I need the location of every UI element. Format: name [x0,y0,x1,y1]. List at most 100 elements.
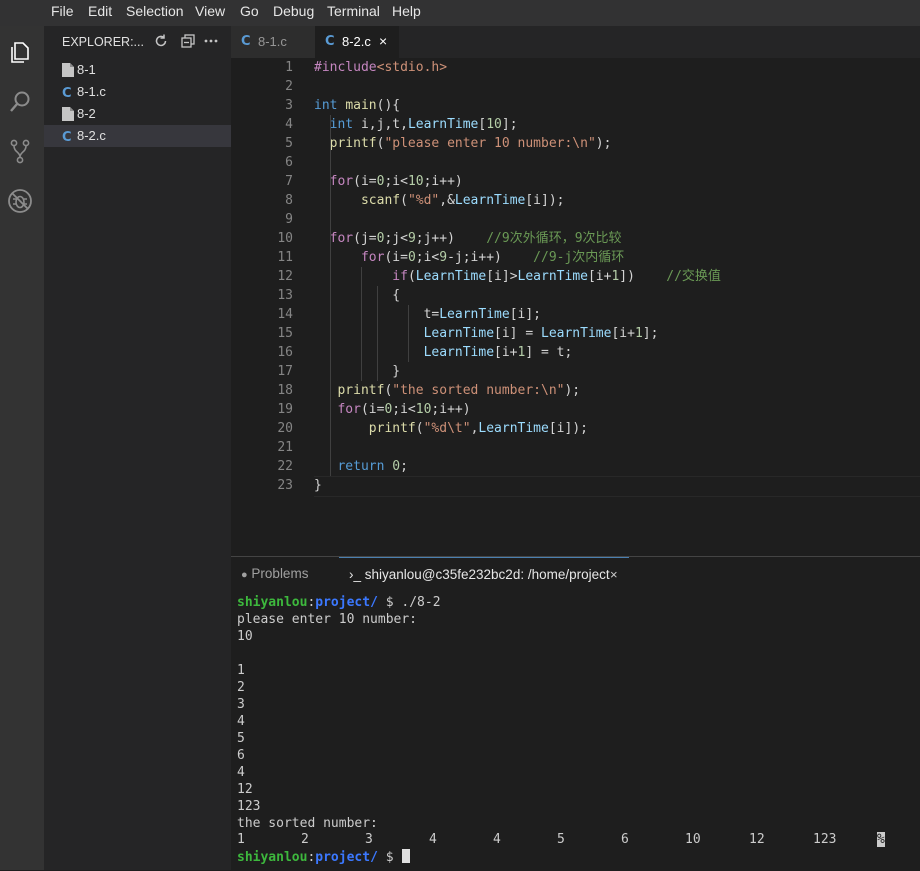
sorted-value: 10 [685,832,701,847]
c-file-icon: C [61,84,75,101]
line-number: 9 [285,212,293,227]
tab-label: 8-2.c [342,34,371,49]
sorted-value: 5 [557,832,565,847]
code-line: printf("please enter 10 number:\n"); [329,136,612,151]
code-line: for(i=0;i<10;i++) [337,402,471,417]
code-line: for(i=0;i<9-j;i++) //9-j次内循环 [360,250,625,265]
refresh-icon[interactable] [153,33,169,49]
menu-terminal[interactable]: Terminal [327,3,380,19]
search-icon[interactable] [6,88,34,116]
tab-problems[interactable]: ● Problems [241,566,308,581]
line-number: 8 [285,193,293,208]
code-line: printf("the sorted number:\n"); [337,383,581,398]
tab-8-2-c[interactable]: C 8-2.c × [315,26,399,58]
menu-view[interactable]: View [195,3,225,19]
activity-bar [0,26,44,870]
source-control-icon[interactable] [6,137,34,165]
indent-guide [361,267,362,381]
terminal-output-line: please enter 10 number: [237,612,418,627]
sorted-value: 4 [493,832,501,847]
bottom-panel: ● Problems ›_ shiyanlou@c35fe232bc2d: /h… [231,556,920,871]
file-label: 8-2 [77,106,96,121]
line-number: 15 [277,326,293,341]
c-file-icon: C [61,128,75,145]
indent-guide [408,305,409,362]
code-line: for(j=0;j<9;j++) //9次外循环，9次比较 [329,231,622,246]
menu-selection[interactable]: Selection [126,3,184,19]
terminal-command: ./8-2 [401,595,441,610]
code-line: t=LearnTime[i]; [423,307,541,322]
code-editor[interactable]: 1 2 3 4 5 6 7 8 9 10 11 12 13 14 15 16 17 18 19 20 21 22 23 #i… [231,58,920,556]
tab-8-1-c[interactable]: C 8-1.c [231,26,315,58]
tab-terminal[interactable]: ›_ shiyanlou@c35fe232bc2d: /home/project… [339,557,629,590]
collapse-all-icon[interactable] [180,33,196,49]
explorer-sidebar: EXPLORER:... 8-1 C 8-1.c 8-2 C 8-2.c [44,26,231,870]
line-number: 16 [277,345,293,360]
line-number: 18 [277,383,293,398]
code-line: #include<stdio.h> [314,60,448,75]
file-label: 8-2.c [77,128,106,143]
terminal-close-icon[interactable]: × [610,567,618,582]
menu-go[interactable]: Go [240,3,259,19]
terminal-path: project/ [315,850,378,865]
line-number: 12 [277,269,293,284]
terminal-output-line: 6 [237,748,245,763]
sorted-value: 2 [301,832,309,847]
terminal-path: project/ [315,595,378,610]
terminal-output-line: 10 [237,629,253,644]
file-label: 8-1 [77,62,96,77]
sorted-value: 123 [813,832,837,847]
c-file-icon: C [325,34,335,49]
more-icon[interactable] [203,33,219,49]
terminal-user: shiyanlou [237,850,308,865]
code-line: for(i=0;i<10;i++) [329,174,463,189]
debug-icon[interactable] [6,187,34,215]
tab-close-icon[interactable]: × [379,33,387,49]
sorted-value: 6 [621,832,629,847]
trailing-char: % [877,832,885,847]
files-icon[interactable] [6,38,34,66]
terminal-output-line: 123 [237,799,261,814]
menu-bar: File Edit Selection View Go Debug Termin… [0,0,920,26]
code-line: LearnTime[i] = LearnTime[i+1]; [423,326,659,341]
tab-label: 8-1.c [258,34,287,49]
terminal-output-line: 2 [237,680,245,695]
terminal-output-line: 5 [237,731,245,746]
indent-guide [330,115,331,476]
menu-debug[interactable]: Debug [273,3,314,19]
line-number: 5 [285,136,293,151]
indent-guide [377,286,378,381]
line-number: 6 [285,155,293,170]
tab-problems-label: Problems [251,566,309,581]
info-icon: ● [241,569,248,581]
terminal-cursor [402,849,411,863]
file-item-8-2[interactable]: 8-2 [44,103,231,125]
code-line: } [314,364,401,379]
file-label: 8-1.c [77,84,106,99]
sorted-value: 12 [749,832,765,847]
editor-tabs: C 8-1.c C 8-2.c × [231,26,920,58]
file-item-8-2-c[interactable]: C 8-2.c [44,125,231,147]
code-line: LearnTime[i+1] = t; [423,345,573,360]
code-line: int main(){ [314,98,401,113]
line-number: 22 [277,459,293,474]
code-line: if(LearnTime[i]>LearnTime[i+1]) //交换值 [392,269,721,284]
terminal-prompt-line: shiyanlou:project/ $ ./8-2 [237,594,441,611]
menu-help[interactable]: Help [392,3,421,19]
sorted-value: 1 [237,832,245,847]
line-number: 1 [285,60,293,75]
tab-terminal-label: ›_ shiyanlou@c35fe232bc2d: /home/project [349,567,610,582]
line-number: 2 [285,79,293,94]
file-item-8-1[interactable]: 8-1 [44,59,231,81]
line-number: 20 [277,421,293,436]
code-line: } [314,478,322,493]
menu-file[interactable]: File [51,3,74,19]
line-number: 10 [277,231,293,246]
svg-text:C: C [62,130,72,144]
menu-edit[interactable]: Edit [88,3,112,19]
sorted-value: 3 [365,832,373,847]
terminal-output-line: 1 [237,663,245,678]
terminal-prompt-symbol: $ [377,850,402,865]
file-item-8-1-c[interactable]: C 8-1.c [44,81,231,103]
terminal-prompt-line: shiyanlou:project/ $ [237,849,411,866]
